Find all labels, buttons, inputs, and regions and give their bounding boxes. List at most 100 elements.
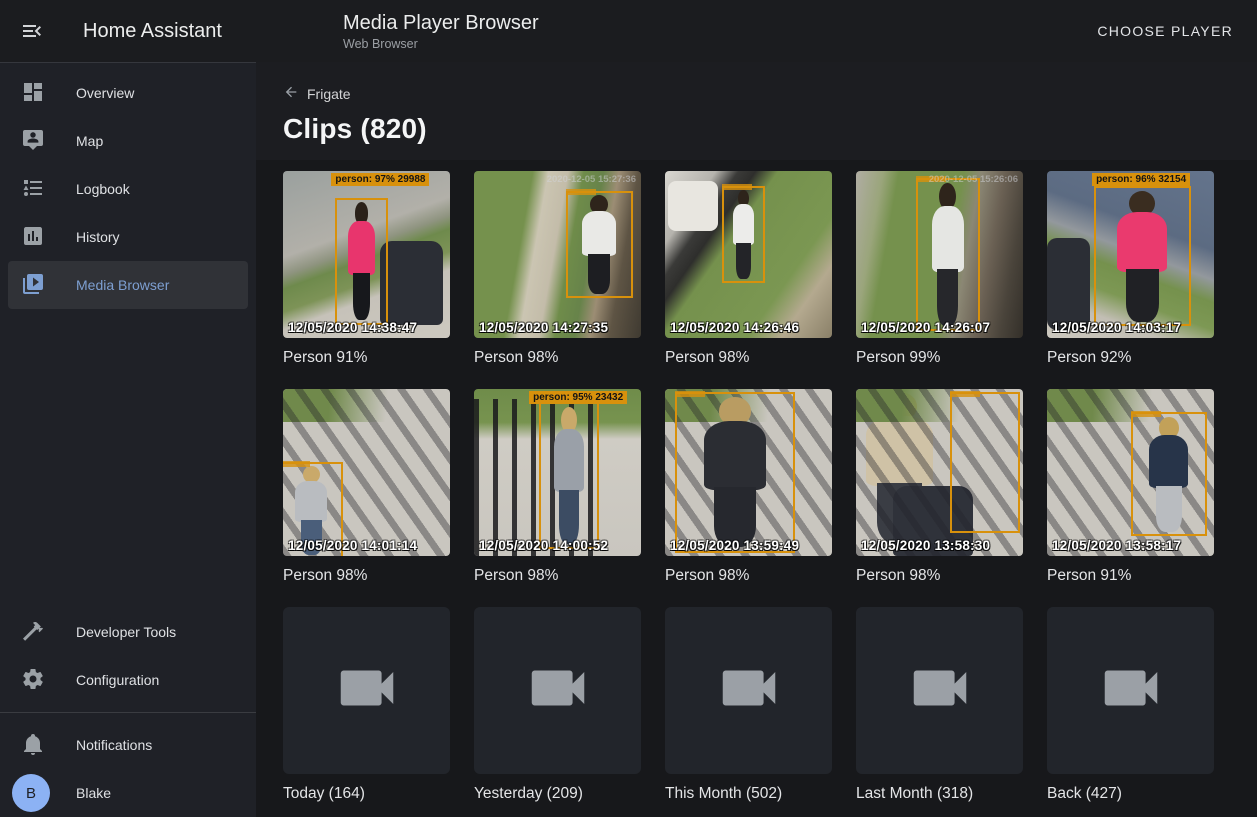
choose-player-button[interactable]: CHOOSE PLAYER	[1087, 15, 1243, 47]
detection-label: person: 95% 23432	[529, 391, 627, 404]
sidebar-item-notifications[interactable]: Notifications	[8, 721, 248, 769]
person-figure	[551, 407, 587, 544]
sidebar-item-label: Developer Tools	[76, 624, 176, 640]
dashboard-icon	[21, 80, 45, 107]
clip-thumbnail[interactable]: person: 97% 2998812/05/2020 14:38:47	[283, 171, 450, 338]
folder-card[interactable]: Yesterday (209)	[474, 607, 641, 803]
scene-prop	[380, 241, 443, 325]
clip-card[interactable]: person: 95% 2343212/05/2020 14:00:52 Pers…	[474, 389, 641, 585]
clip-caption: Person 98%	[856, 567, 1023, 585]
person-top	[582, 211, 616, 256]
user-name: Blake	[76, 785, 111, 801]
sidebar-item-label: History	[76, 229, 120, 245]
sidebar-item-label: Media Browser	[76, 277, 169, 293]
clip-card[interactable]: person: 96% 3215412/05/2020 14:03:17Pers…	[1047, 171, 1214, 367]
clip-thumbnail[interactable]: 12/05/2020 13:58:17	[1047, 389, 1214, 556]
clip-thumbnail[interactable]: 12/05/2020 14:26:46	[665, 171, 832, 338]
folder-thumbnail[interactable]	[283, 607, 450, 774]
sidebar-item-label: Overview	[76, 85, 134, 101]
panel-title: Media Player Browser	[343, 12, 539, 34]
sidebar-toggle-button[interactable]	[20, 19, 44, 43]
detection-bbox	[335, 198, 388, 325]
person-bottom	[1126, 269, 1159, 321]
person-top	[348, 221, 375, 275]
detection-label: person: 97% 29988	[331, 173, 429, 186]
clip-card[interactable]: 12/05/2020 14:26:46Person 98%	[665, 171, 832, 367]
clip-thumbnail[interactable]: 2020-12-05 15:27:3612/05/2020 14:27:35	[474, 171, 641, 338]
person-top	[1117, 212, 1167, 272]
panel-subtitle: Web Browser	[343, 37, 539, 51]
clip-card[interactable]: 2020-12-05 15:26:0612/05/2020 14:26:07Pe…	[856, 171, 1023, 367]
menu-open-icon	[20, 30, 44, 47]
detection-mini-label	[675, 391, 705, 397]
sidebar-item-label: Map	[76, 133, 103, 149]
clip-timestamp: 12/05/2020 13:58:17	[1052, 538, 1181, 553]
person-figure	[1146, 417, 1193, 532]
folder-thumbnail[interactable]	[474, 607, 641, 774]
camera-osd-timestamp: 2020-12-05 15:27:36	[547, 174, 636, 185]
video-camera-icon	[905, 653, 975, 728]
scene-prop	[668, 181, 718, 231]
sidebar-item-label: Notifications	[76, 737, 152, 753]
video-camera-icon	[523, 653, 593, 728]
main-content: Frigate Clips (820) person: 97% 2998812/…	[256, 62, 1257, 817]
clip-card[interactable]: 12/05/2020 13:58:30 Person 98%	[856, 389, 1023, 585]
clip-thumbnail[interactable]: 2020-12-05 15:26:0612/05/2020 14:26:07	[856, 171, 1023, 338]
clip-timestamp: 12/05/2020 13:58:30	[861, 538, 990, 553]
clip-thumbnail[interactable]: 12/05/2020 13:58:30	[856, 389, 1023, 556]
clip-thumbnail[interactable]: 12/05/2020 13:59:49	[665, 389, 832, 556]
clip-caption: Person 91%	[283, 349, 450, 367]
panel-title-block: Media Player Browser Web Browser	[343, 12, 539, 51]
clip-thumbnail[interactable]: person: 95% 2343212/05/2020 14:00:52	[474, 389, 641, 556]
breadcrumb[interactable]: Frigate	[283, 84, 351, 103]
person-bottom	[588, 254, 611, 294]
folder-card[interactable]: Last Month (318)	[856, 607, 1023, 803]
bell-icon	[21, 732, 45, 759]
sidebar-divider	[0, 712, 256, 713]
clip-thumbnail[interactable]: 12/05/2020 14:01:14	[283, 389, 450, 556]
folder-thumbnail[interactable]	[856, 607, 1023, 774]
sidebar-item-overview[interactable]: Overview	[8, 69, 248, 117]
clip-card[interactable]: 12/05/2020 13:59:49Person 98%	[665, 389, 832, 585]
person-figure	[859, 392, 939, 542]
clip-caption: Person 98%	[474, 567, 641, 585]
person-figure	[698, 397, 772, 547]
detection-bbox	[675, 392, 795, 552]
detection-bbox	[539, 402, 599, 549]
top-app-bar: Home Assistant Media Player Browser Web …	[0, 0, 1257, 62]
clip-card[interactable]: 2020-12-05 15:27:3612/05/2020 14:27:35Pe…	[474, 171, 641, 367]
sidebar-item-map[interactable]: Map	[8, 117, 248, 165]
person-bottom	[937, 269, 958, 326]
folder-thumbnail[interactable]	[1047, 607, 1214, 774]
topbar-left-section: Home Assistant	[0, 19, 256, 43]
folder-card[interactable]: Back (427)	[1047, 607, 1214, 803]
clip-thumbnail[interactable]: person: 96% 32154 12/05/2020 14:03:17	[1047, 171, 1214, 338]
detection-label: person: 96% 32154	[1092, 173, 1190, 186]
clip-card[interactable]: person: 97% 2998812/05/2020 14:38:47 Pers…	[283, 171, 450, 367]
folder-card[interactable]: This Month (502)	[665, 607, 832, 803]
clip-timestamp: 12/05/2020 14:03:17	[1052, 320, 1181, 335]
sidebar-item-label: Logbook	[76, 181, 130, 197]
detection-mini-label	[950, 391, 980, 397]
person-top	[295, 481, 327, 522]
person-bottom	[877, 483, 922, 543]
folder-thumbnail[interactable]	[665, 607, 832, 774]
person-figure	[346, 202, 378, 320]
sidebar-item-logbook[interactable]: Logbook	[8, 165, 248, 213]
detection-bbox	[950, 392, 1020, 532]
clip-timestamp: 12/05/2020 13:59:49	[670, 538, 799, 553]
detection-bbox	[1131, 412, 1208, 536]
sidebar-item-developer-tools[interactable]: Developer Tools	[8, 608, 248, 656]
history-chart-icon	[21, 224, 45, 251]
clip-card[interactable]: 12/05/2020 13:58:17Person 91%	[1047, 389, 1214, 585]
sidebar-item-media-browser[interactable]: Media Browser	[8, 261, 248, 309]
person-figure	[1112, 191, 1171, 322]
folder-card[interactable]: Today (164)	[283, 607, 450, 803]
sidebar-item-history[interactable]: History	[8, 213, 248, 261]
sidebar-item-configuration[interactable]: Configuration	[8, 656, 248, 704]
sidebar-item-profile[interactable]: B Blake	[8, 769, 248, 817]
detection-mini-label	[722, 184, 752, 190]
person-top	[704, 421, 766, 490]
detection-bbox	[566, 191, 633, 298]
clip-card[interactable]: 12/05/2020 14:01:14Person 98%	[283, 389, 450, 585]
